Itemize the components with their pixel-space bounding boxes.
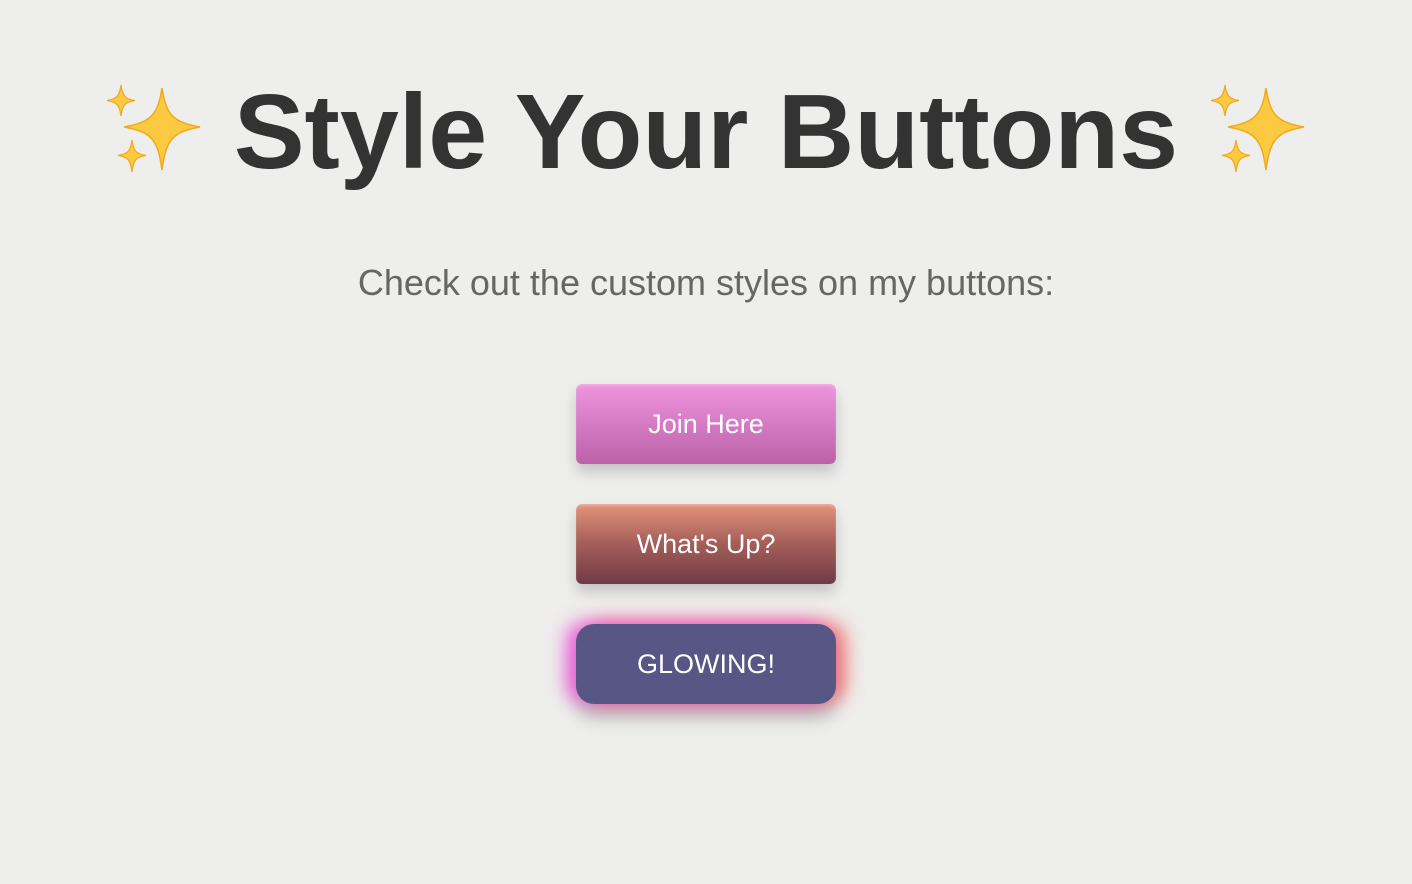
sparkles-icon (106, 84, 200, 173)
glowing-button[interactable]: GLOWING! (576, 624, 836, 704)
sparkles-icon (1211, 84, 1305, 173)
whats-up-button[interactable]: What's Up? (576, 504, 836, 584)
join-here-button[interactable]: Join Here (576, 384, 836, 464)
glowing-button-label: GLOWING! (636, 648, 775, 679)
join-here-button-label: Join Here (648, 408, 764, 439)
page-title: Style Your Buttons (233, 73, 1179, 191)
whats-up-button-label: What's Up? (636, 528, 776, 559)
intro-text: Check out the custom styles on my button… (357, 262, 1055, 303)
page-header: Style Your Buttons (0, 72, 1412, 192)
